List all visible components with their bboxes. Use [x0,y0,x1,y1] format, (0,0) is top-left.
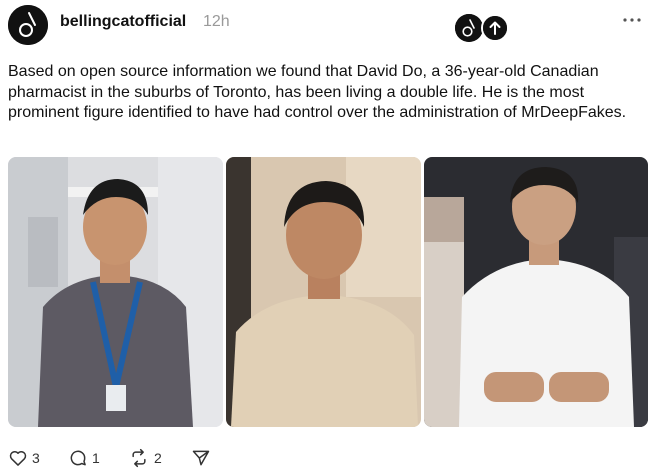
reply-button[interactable]: 1 [68,446,100,470]
repost-arrows-icon [132,448,146,468]
follow-arrow-icon[interactable] [481,14,509,42]
post-text: Based on open source information we foun… [8,63,627,121]
post-actions: 3 1 2 [8,446,308,470]
more-dots-icon[interactable] [620,10,644,30]
photo-3[interactable] [424,157,648,427]
repost-button[interactable]: 2 [128,446,162,470]
photo-1[interactable] [8,157,223,427]
comment-bubble-icon [70,450,86,466]
send-paper-plane-icon [192,450,210,466]
avatar[interactable] [8,5,48,45]
like-count: 3 [32,450,40,466]
repost-count: 2 [154,450,162,466]
post-header: bellingcatofficial 12h [0,0,650,50]
bellingcat-logo-icon [8,5,48,45]
username[interactable]: bellingcatofficial [60,13,186,31]
bellingcat-logo-icon [455,14,483,42]
share-button[interactable] [191,446,211,470]
photo-gallery [8,157,648,427]
post-time: 12h [203,13,230,30]
follow-badge[interactable] [455,14,509,42]
reply-count: 1 [92,450,100,466]
like-button[interactable]: 3 [8,446,40,470]
heart-icon [9,450,27,466]
photo-2[interactable] [226,157,421,427]
